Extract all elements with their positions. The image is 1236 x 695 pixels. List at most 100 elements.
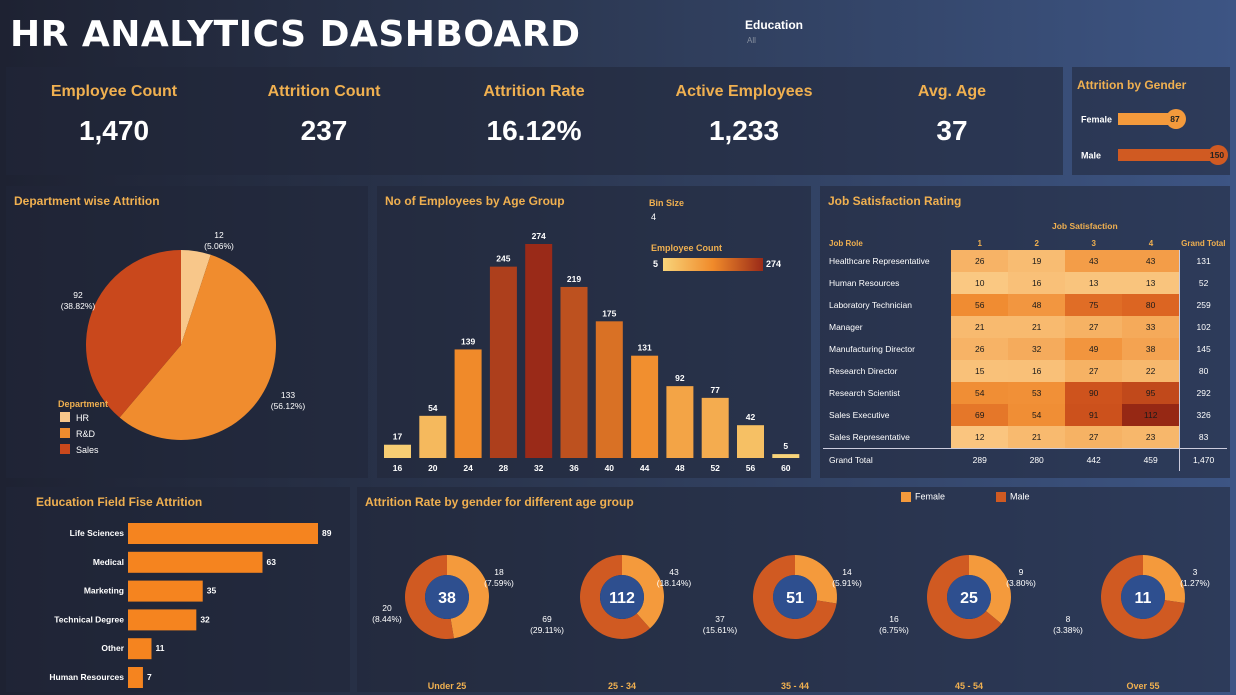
heat-cell: 53 [1008,382,1066,404]
row-total: 80 [1179,360,1227,382]
job-role-label: Manufacturing Director [829,344,915,354]
kpi-active-employees: Active Employees 1,233 [644,67,844,147]
kpi-value: 1,233 [708,115,780,146]
male-value-label: 37 [715,614,725,624]
legend-label: Sales [76,445,99,455]
education-bar [128,523,318,544]
education-filter-label: Education [745,18,804,32]
gender-bar-chart: Female 87 Male 150 [1081,109,1228,165]
age-bar [595,321,623,458]
heat-cell: 33 [1122,316,1180,338]
heat-cell: 56 [951,294,1009,316]
male-percent-label: (3.38%) [1053,625,1083,635]
row-total: 83 [1179,426,1227,449]
heat-cell: 75 [1065,294,1123,316]
column-header: 1 [977,238,982,248]
dashboard-title: HR ANALYTICS DASHBOARD [10,14,581,55]
table-row: Laboratory Technician 56 48 75 80 259 [823,294,1227,316]
female-value-label: 14 [842,567,852,577]
age-tick-label: 28 [499,463,509,473]
heat-cell: 19 [1008,250,1066,272]
column-total: 289 [951,448,1009,471]
table-row: Research Scientist 54 53 90 95 292 [823,382,1227,404]
kpi-panel: Employee Count 1,470 Attrition Count 237… [6,67,1063,175]
pie-percent-label: (56.12%) [271,401,306,411]
heat-cell: 48 [1008,294,1066,316]
column-total: 280 [1008,448,1066,471]
job-role-label: Sales Executive [829,410,890,420]
legend-title: Department [58,399,108,409]
heat-cell: 21 [1008,426,1066,449]
heat-cell: 21 [951,316,1009,338]
heat-cell: 95 [1122,382,1180,404]
table-row: Research Director 15 16 27 22 80 [823,360,1227,382]
education-bar [128,667,143,688]
heat-cell: 69 [951,404,1009,426]
education-filter-dropdown[interactable]: All [747,36,756,45]
age-bar-value: 17 [393,432,403,442]
gender-age-donut-charts: 3818(7.59%)20(8.44%)Under 2511243(18.14%… [372,555,1210,691]
age-tick-label: 36 [569,463,579,473]
pie-percent-label: (38.82%) [61,301,96,311]
heat-cell: 16 [1008,272,1066,294]
heat-cell: 22 [1122,360,1180,382]
age-group-label: 35 - 44 [781,681,809,691]
male-value-label: 16 [889,614,899,624]
job-satisfaction-table: Job Role 1 2 3 4 Grand Total Healthcare Repre… [823,236,1227,471]
education-value-label: 89 [322,528,332,538]
heat-cell: 38 [1122,338,1180,360]
heat-cell: 27 [1065,426,1123,449]
pie-value-label: 92 [73,290,83,300]
education-category-label: Marketing [84,586,124,596]
total-header: Grand Total [1181,238,1226,248]
heat-cell: 27 [1065,316,1123,338]
heat-cell: 21 [1008,316,1066,338]
age-bar-value: 92 [675,373,685,383]
female-value-label: 3 [1193,567,1198,577]
education-value-label: 11 [155,643,164,653]
heat-cell: 49 [1065,338,1123,360]
female-percent-label: (3.80%) [1006,578,1036,588]
male-value-label: 69 [542,614,552,624]
heat-cell: 27 [1065,360,1123,382]
education-category-label: Human Resources [49,672,124,682]
age-group-label: 25 - 34 [608,681,636,691]
female-value-label: 9 [1019,567,1024,577]
age-bar [419,415,447,458]
heat-cell: 54 [951,382,1009,404]
row-total: 52 [1179,272,1227,294]
table-row: Human Resources 10 16 13 13 52 [823,272,1227,294]
age-group-label: Under 25 [428,681,467,691]
gender-value-label: 150 [1210,150,1224,160]
age-bar-value: 131 [638,343,652,353]
age-tick-label: 44 [640,463,650,473]
job-role-label: Healthcare Representative [829,256,930,266]
job-satisfaction-panel: Job Satisfaction Rating Job Satisfaction… [820,186,1230,478]
job-role-label: Research Director [829,366,898,376]
donut-total: 25 [960,590,978,607]
legend-swatch [60,412,70,422]
education-category-label: Technical Degree [54,614,124,624]
female-percent-label: (18.14%) [657,578,692,588]
age-group-panel: No of Employees by Age Group Bin Size 4 … [377,186,811,478]
gender-age-panel: Attrition Rate by gender for different a… [357,487,1230,692]
department-pie-chart: 12(5.06%) 133(56.12%) 92(38.82%) Department… [58,230,306,455]
kpi-value: 1,470 [78,115,150,146]
age-bar-value: 42 [746,412,756,422]
pie-value-label: 12 [214,230,224,240]
kpi-employee-count: Employee Count 1,470 [14,67,214,147]
age-bar-value: 54 [428,403,438,413]
female-value-label: 18 [494,567,504,577]
grand-total-value: 1,470 [1179,448,1227,471]
panel-title: Job Satisfaction Rating [828,194,962,208]
kpi-value: 237 [300,115,348,146]
female-percent-label: (1.27%) [1180,578,1210,588]
age-bar [666,386,694,458]
education-bar [128,638,152,660]
age-tick-label: 32 [534,463,544,473]
table-row: Healthcare Representative 26 19 43 43 131 [823,250,1227,272]
gender-category-label: Female [1081,115,1112,125]
age-bar [631,355,659,458]
age-tick-label: 16 [393,463,403,473]
age-group-label: 45 - 54 [955,681,983,691]
